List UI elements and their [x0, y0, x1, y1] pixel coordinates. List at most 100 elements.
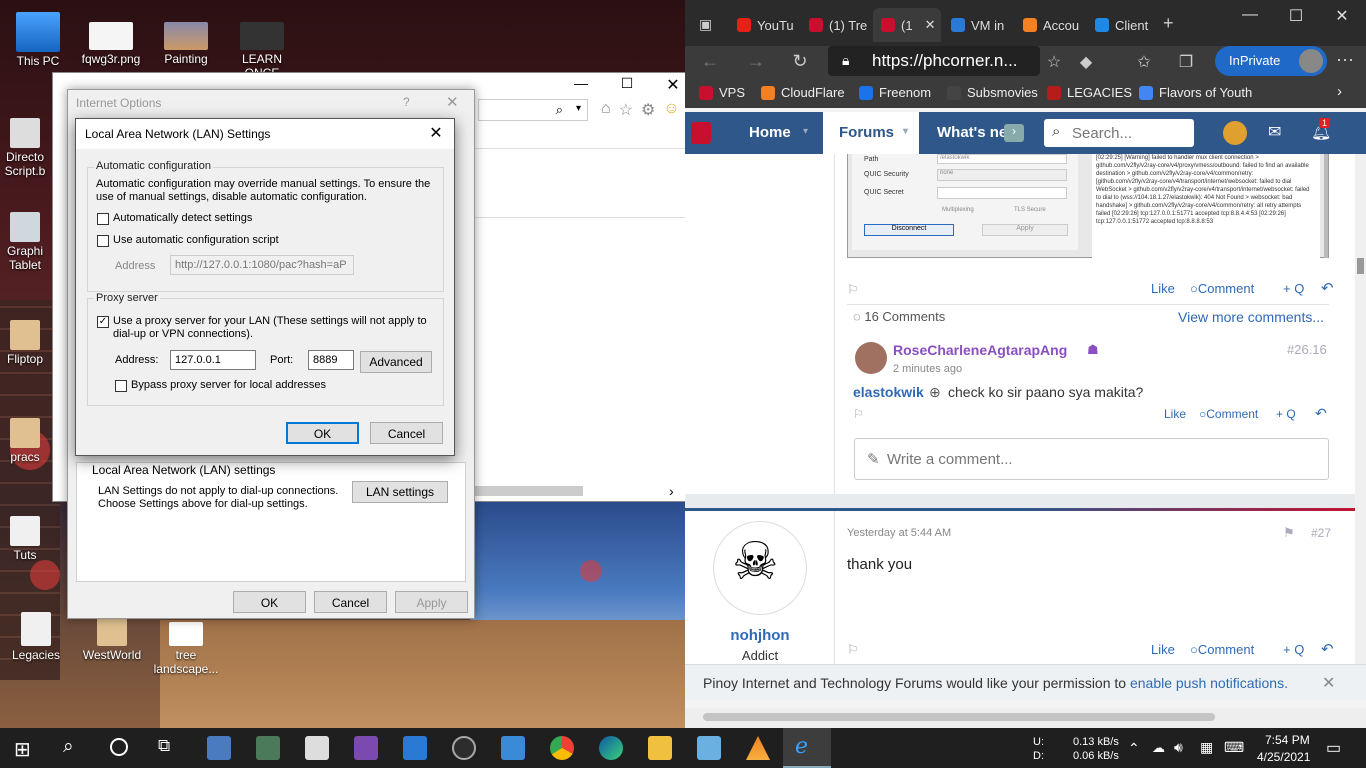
ok-button[interactable]: OK [233, 591, 306, 613]
user-avatar[interactable] [1223, 121, 1247, 145]
site-logo-icon[interactable] [691, 122, 711, 144]
windows-start-icon[interactable]: ⊞ [14, 737, 31, 762]
view-more-comments-link[interactable]: View more comments... [1178, 309, 1324, 325]
task-view-icon[interactable]: ⧉ [158, 736, 170, 756]
avatar[interactable]: ☠ [713, 521, 807, 615]
write-comment-input[interactable]: ✎ Write a comment... [854, 438, 1329, 480]
clock-time[interactable]: 7:54 PM [1265, 733, 1310, 747]
keyboard-icon[interactable]: ⌨ [1224, 739, 1244, 756]
gear-icon[interactable]: ⚙ [641, 100, 655, 120]
maximize-icon[interactable]: ☐ [1273, 6, 1319, 26]
nav-forums[interactable]: Forums ▾ [823, 112, 919, 154]
scrollbar-thumb[interactable] [1357, 258, 1364, 274]
tab-accounts[interactable]: Accou [1015, 8, 1085, 42]
chart-app-icon[interactable] [354, 736, 378, 760]
close-icon[interactable]: ✕ [925, 17, 936, 33]
desktop-icon-tree-landscape[interactable]: tree landscape... [148, 622, 224, 676]
back-icon[interactable]: ← [695, 51, 725, 72]
network-app-icon[interactable] [207, 736, 231, 760]
app-icon[interactable] [403, 736, 427, 760]
quote-button[interactable]: + Q [1283, 281, 1304, 296]
home-icon[interactable]: ⌂ [601, 100, 611, 120]
lan-settings-button[interactable]: LAN settings [352, 481, 448, 503]
chevron-right-icon[interactable]: › [669, 483, 674, 499]
close-icon[interactable]: ✕ [424, 123, 448, 143]
collections-icon[interactable]: ❐ [1171, 52, 1201, 72]
checkbox-box[interactable] [97, 213, 109, 225]
more-icon[interactable]: ⋯ [1330, 50, 1360, 71]
avatar[interactable] [855, 342, 887, 374]
quote-button[interactable]: + Q [1276, 407, 1296, 421]
desktop-icon-directo-script[interactable]: Directo Script.b [0, 118, 56, 178]
checkbox-box[interactable] [97, 235, 109, 247]
close-icon[interactable]: ✕ [1319, 6, 1365, 26]
search-icon[interactable]: ⌕ [63, 736, 74, 758]
taskbar-active-app[interactable]: e [783, 728, 831, 768]
help-icon[interactable]: ? [403, 95, 410, 109]
like-button[interactable]: Like [1151, 642, 1175, 657]
desktop-icon-graphic-tablet[interactable]: Graphi Tablet [0, 212, 56, 272]
chrome-icon[interactable] [550, 736, 574, 760]
vnc-icon[interactable] [305, 736, 329, 760]
maximize-icon[interactable]: ☐ [604, 75, 650, 99]
smiley-icon[interactable]: ☺ [663, 100, 679, 120]
desktop-icon-westworld[interactable]: WestWorld [74, 612, 150, 662]
cancel-button[interactable]: Cancel [314, 591, 387, 613]
enable-push-link[interactable]: enable push notifications. [1130, 675, 1288, 691]
tab-phcorner-1[interactable]: (1) Tre [801, 8, 871, 42]
proxy-address-input[interactable]: 127.0.0.1 [170, 350, 256, 370]
desktop-icon-painting[interactable]: Painting [148, 22, 224, 66]
share-icon[interactable]: ↶ [1321, 640, 1334, 658]
auto-detect-checkbox[interactable]: Automatically detect settings [97, 212, 252, 225]
auto-script-checkbox[interactable]: Use automatic configuration script [97, 234, 279, 247]
flag-icon[interactable]: ⚐ [847, 642, 859, 658]
desktop-icon-fliptop[interactable]: Fliptop [0, 320, 56, 366]
network-icon[interactable]: ▦ [1200, 739, 1213, 756]
desktop-icon-fqwg3r[interactable]: fqwg3r.png [73, 22, 149, 66]
use-proxy-checkbox[interactable]: ✓ Use a proxy server for your LAN (These… [97, 315, 437, 341]
chevron-right-icon[interactable]: › [1337, 83, 1342, 100]
tab-vm[interactable]: VM in [943, 8, 1013, 42]
nav-whats-new[interactable]: What's ne [937, 124, 1007, 141]
minimize-icon[interactable]: — [1227, 6, 1273, 24]
tab-youtube[interactable]: YouTu [729, 8, 799, 42]
add-favorite-icon[interactable]: ☆ [1039, 52, 1069, 72]
scrollbar-thumb[interactable] [703, 713, 1215, 721]
refresh-icon[interactable]: ↻ [785, 51, 815, 72]
favorite-vps[interactable]: VPS [699, 85, 745, 100]
favorite-flavors-of-youth[interactable]: Flavors of Youth [1139, 85, 1252, 100]
flag-icon[interactable]: ⚐ [847, 282, 859, 298]
tab-client[interactable]: Client [1087, 8, 1157, 42]
advanced-button[interactable]: Advanced [360, 351, 432, 373]
app-icon[interactable] [697, 736, 721, 760]
desktop-icon-legacies[interactable]: Legacies [0, 612, 74, 662]
tool-app-icon[interactable] [256, 736, 280, 760]
nav-home[interactable]: Home [749, 124, 791, 141]
speedometer-icon[interactable] [452, 736, 476, 760]
desktop-icon-pracs[interactable]: pracs [0, 418, 56, 464]
bypass-local-checkbox[interactable]: Bypass proxy server for local addresses [115, 379, 326, 392]
tab-actions-icon[interactable]: ▣ [699, 16, 712, 33]
forward-icon[interactable]: → [741, 51, 771, 72]
notifications-icon[interactable]: ▭ [1326, 738, 1341, 758]
comment-button[interactable]: ○Comment [1190, 642, 1254, 657]
vertical-scrollbar[interactable] [1355, 154, 1366, 664]
edge-icon[interactable] [599, 736, 623, 760]
scroll-right-icon[interactable]: › [1004, 124, 1024, 142]
favorites-icon[interactable]: ✩ [1129, 52, 1159, 72]
tab-phcorner-active[interactable]: (1 ✕ [873, 8, 941, 42]
search-input[interactable]: ⌕ Search... [1044, 119, 1194, 147]
flag-icon[interactable]: ⚐ [853, 407, 864, 421]
favorite-subsmovies[interactable]: Subsmovies [947, 85, 1038, 100]
chevron-down-icon[interactable]: ▾ [803, 126, 808, 137]
checkbox-box[interactable] [115, 380, 127, 392]
favorite-freenom[interactable]: Freenom [859, 85, 931, 100]
checkbox-box[interactable]: ✓ [97, 316, 109, 328]
desktop-icon-this-pc[interactable]: This PC [0, 12, 76, 68]
share-icon[interactable]: ↶ [1321, 279, 1334, 297]
search-icon[interactable]: ⌕ [556, 102, 563, 118]
favorite-legacies[interactable]: LEGACIES [1047, 85, 1132, 100]
chevron-down-icon[interactable]: ▾ [576, 103, 581, 114]
minimize-icon[interactable]: — [558, 75, 604, 99]
comment-button[interactable]: ○Comment [1190, 281, 1254, 296]
